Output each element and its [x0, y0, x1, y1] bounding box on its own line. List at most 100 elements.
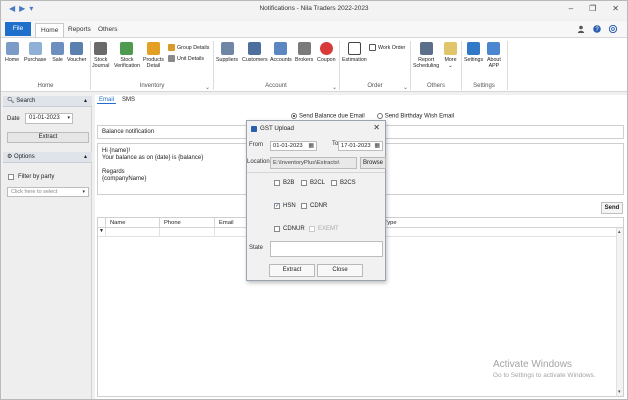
b2b-label: B2B	[283, 180, 295, 186]
checkbox-icon[interactable]	[8, 174, 14, 180]
customers-icon	[248, 42, 262, 55]
checkbox-icon[interactable]	[301, 203, 307, 209]
report-scheduling-button[interactable]: Report Scheduling	[413, 42, 439, 69]
brokers-label: Brokers	[295, 57, 314, 63]
state-label: State	[249, 245, 264, 251]
inventory-expand-icon[interactable]: ⌄	[205, 84, 210, 91]
close-icon[interactable]: ✕	[373, 123, 380, 132]
tab-file[interactable]: File	[5, 22, 31, 36]
about-app-button[interactable]: About APP	[487, 42, 501, 69]
about-label-2: APP	[488, 63, 500, 69]
tab-home[interactable]: Home	[35, 23, 65, 37]
unit-details-button[interactable]: Unit Details	[168, 55, 204, 62]
options-panel-header[interactable]: ⚙ Options ▴	[3, 152, 92, 163]
checkbox-checked-icon[interactable]	[274, 202, 280, 209]
date-field[interactable]: 01-01-2023 ▾	[25, 113, 73, 124]
date-label: Date	[7, 116, 20, 122]
checkbox-icon[interactable]	[301, 180, 307, 186]
minimize-button[interactable]: –	[569, 4, 573, 13]
customers-label: Customers	[242, 57, 268, 63]
accounts-label: Accounts	[270, 57, 292, 63]
more-button[interactable]: More ⌄	[444, 42, 457, 69]
cdnr-checkbox[interactable]: CDNR	[301, 203, 327, 209]
filter-by-party-checkbox[interactable]: Filter by party	[8, 174, 54, 180]
extract-button[interactable]: Extract	[7, 132, 89, 143]
cell-phone[interactable]	[159, 228, 214, 237]
tab-email[interactable]: Email	[97, 97, 117, 104]
voucher-button[interactable]: Voucher	[67, 42, 86, 63]
location-field[interactable]: E:\InventoryPlus\Extracts\	[270, 157, 357, 169]
user-icon[interactable]	[577, 25, 585, 33]
group-details-button[interactable]: Group Details	[168, 44, 209, 51]
browse-button[interactable]: Browse	[360, 157, 386, 169]
scroll-down-icon[interactable]: ▾	[618, 389, 621, 395]
tab-reports[interactable]: Reports	[63, 23, 96, 37]
account-expand-icon[interactable]: ⌄	[332, 84, 337, 91]
dialog-close-button[interactable]: Close	[317, 264, 363, 277]
settings-label: Settings	[464, 57, 484, 63]
cell-name[interactable]	[105, 228, 159, 237]
b2cs-checkbox[interactable]: B2CS	[331, 180, 356, 186]
estimation-button[interactable]: Estimation	[342, 42, 367, 63]
cell-type[interactable]	[379, 228, 616, 237]
accounts-icon	[274, 42, 288, 55]
checkbox-icon[interactable]	[274, 180, 280, 186]
radio-birthday[interactable]: Send Birthday Wish Email	[376, 113, 454, 120]
send-button[interactable]: Send	[601, 202, 623, 214]
work-order-icon	[369, 44, 376, 51]
scroll-up-icon[interactable]: ▴	[618, 229, 621, 235]
email-icon[interactable]	[609, 25, 617, 33]
products-detail-button[interactable]: Products Detail	[143, 42, 164, 69]
column-header-type[interactable]: Type	[379, 218, 623, 228]
exemt-checkbox: EXEMT	[309, 226, 339, 232]
help-icon[interactable]: ?	[593, 25, 601, 33]
watermark-title: Activate Windows	[493, 359, 572, 370]
coupon-button[interactable]: Coupon	[317, 42, 336, 63]
group-separator	[90, 41, 91, 90]
chevron-down-icon[interactable]: ▾	[82, 188, 85, 196]
collapse-icon[interactable]: ▴	[84, 152, 87, 163]
customers-button[interactable]: Customers	[242, 42, 268, 63]
column-header-name[interactable]: Name	[105, 218, 159, 228]
to-date-field[interactable]: 17-01-2023 ▦	[338, 141, 383, 151]
search-panel-header[interactable]: 🔍︎ Search ▴	[3, 96, 92, 107]
party-select[interactable]: Click here to select ▾	[7, 187, 89, 197]
state-field[interactable]	[270, 241, 383, 257]
suppliers-button[interactable]: Suppliers	[216, 42, 238, 63]
tab-others[interactable]: Others	[93, 23, 123, 37]
calendar-icon[interactable]: ▦	[374, 142, 380, 150]
accounts-button[interactable]: Accounts	[270, 42, 292, 63]
settings-button[interactable]: Settings	[464, 42, 483, 63]
home-button[interactable]: Home	[5, 42, 19, 63]
from-date-field[interactable]: 01-01-2023 ▦	[270, 141, 317, 151]
stock-verification-label-2: Verification	[114, 63, 140, 69]
radio-balance-due[interactable]: Send Balance due Email	[291, 113, 365, 120]
work-order-button[interactable]: Work Order	[369, 44, 405, 51]
sale-button[interactable]: Sale	[51, 42, 64, 63]
b2cl-checkbox[interactable]: B2CL	[301, 180, 325, 186]
hsn-checkbox[interactable]: HSN	[274, 202, 296, 209]
chevron-down-icon[interactable]: ▾	[67, 114, 70, 123]
radio-selected-icon[interactable]	[291, 113, 297, 119]
calendar-icon[interactable]: ▦	[308, 142, 314, 150]
close-button[interactable]: ✕	[612, 4, 619, 13]
collapse-icon[interactable]: ▴	[84, 96, 87, 107]
b2b-checkbox[interactable]: B2B	[274, 180, 294, 186]
stock-verification-button[interactable]: Stock Verification	[114, 42, 140, 69]
checkbox-icon[interactable]	[274, 226, 280, 232]
tab-sms[interactable]: SMS	[120, 97, 137, 104]
brokers-button[interactable]: Brokers	[295, 42, 313, 63]
dialog-extract-button[interactable]: Extract	[269, 264, 315, 277]
cdnur-label: CDNUR	[283, 226, 305, 232]
unit-details-label: Unit Details	[177, 55, 205, 62]
radio-icon[interactable]	[376, 113, 383, 119]
checkbox-icon[interactable]	[331, 180, 337, 186]
order-expand-icon[interactable]: ⌄	[403, 84, 408, 91]
message-tabs: Email SMS	[97, 97, 137, 104]
stock-journal-button[interactable]: Stock Journal	[92, 42, 109, 69]
grid-scrollbar[interactable]: ▴ ▾	[616, 228, 623, 396]
restore-button[interactable]: ❐	[589, 4, 596, 13]
cdnur-checkbox[interactable]: CDNUR	[274, 226, 305, 232]
column-header-phone[interactable]: Phone	[159, 218, 214, 228]
purchase-button[interactable]: Purchase	[24, 42, 46, 63]
